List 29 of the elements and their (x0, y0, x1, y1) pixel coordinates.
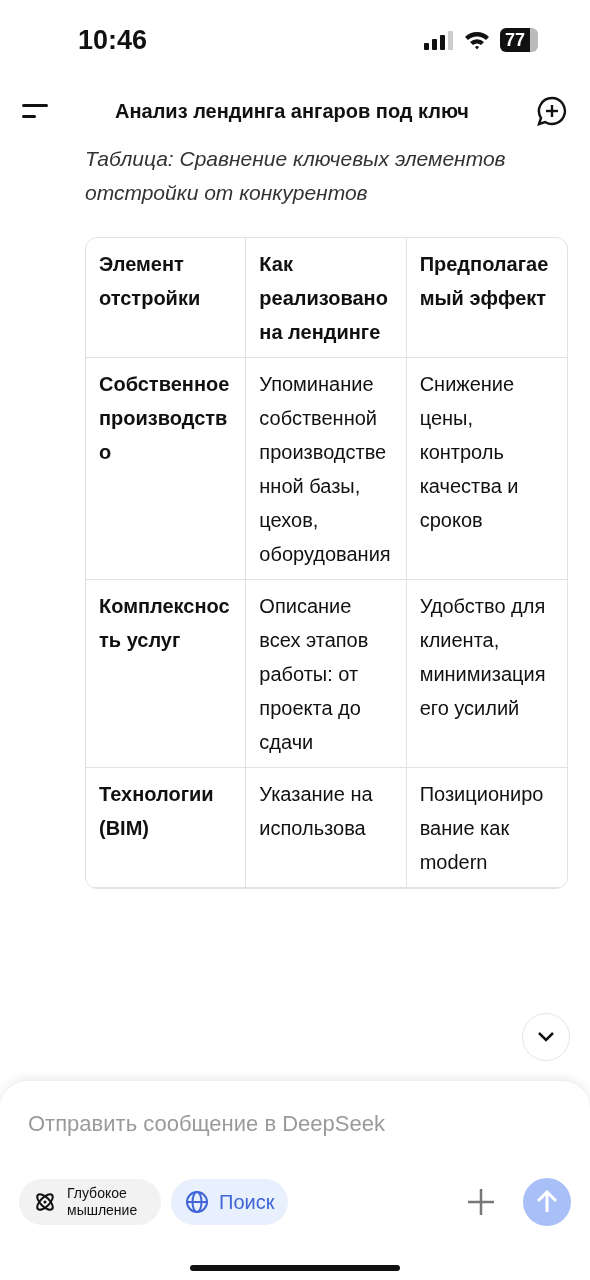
wifi-icon (463, 30, 490, 50)
table-cell-text: Снижение цены, контроль качества и сроков (418, 372, 520, 533)
chat-title: Анализ лендинга ангаров под ключ (115, 99, 469, 124)
chevron-down-icon (537, 1031, 555, 1043)
table-cell-text: Позиционирование как modern (418, 782, 545, 875)
globe-icon (185, 1190, 209, 1214)
table-cell: Комплексность услуг (86, 580, 247, 767)
new-chat-icon[interactable] (536, 95, 568, 127)
table-cell: Указание на использова (246, 768, 407, 887)
mode-toggle[interactable]: Поиск (171, 1179, 289, 1225)
table-header: Элемент отстройки (86, 238, 247, 357)
table-header: Как реализовано на лендинге (246, 238, 407, 357)
menu-icon[interactable] (22, 104, 48, 118)
arrow-up-icon (536, 1190, 558, 1214)
table-cell: Упоминание собственной производственной базы, цехов, оборудования (246, 358, 407, 579)
plus-icon[interactable] (467, 1188, 495, 1216)
status-time: 10:46 (78, 23, 148, 57)
table-cell: Описание всех этапов работы: от проекта до сдачи (246, 580, 407, 767)
mode-toggle[interactable]: Глубокое мышление (19, 1179, 161, 1225)
table-cell: Собственное производство (86, 358, 247, 579)
battery-indicator: 77 (499, 28, 538, 52)
table-cell-text: Удобство для клиента, минимизация его усилий (418, 594, 547, 721)
scroll-down-button[interactable] (522, 1013, 570, 1061)
table-cell: Технологии (BIM) (86, 768, 247, 887)
table-caption: Таблица: Сравнение ключевых элементов отстройки от конкурентов (85, 146, 507, 206)
signal-icon (423, 30, 454, 50)
table-header: Предполагаемый эффект (418, 252, 550, 311)
message-field[interactable]: Отправить сообщение в DeepSeek (19, 1107, 571, 1140)
atom-icon (33, 1190, 57, 1214)
